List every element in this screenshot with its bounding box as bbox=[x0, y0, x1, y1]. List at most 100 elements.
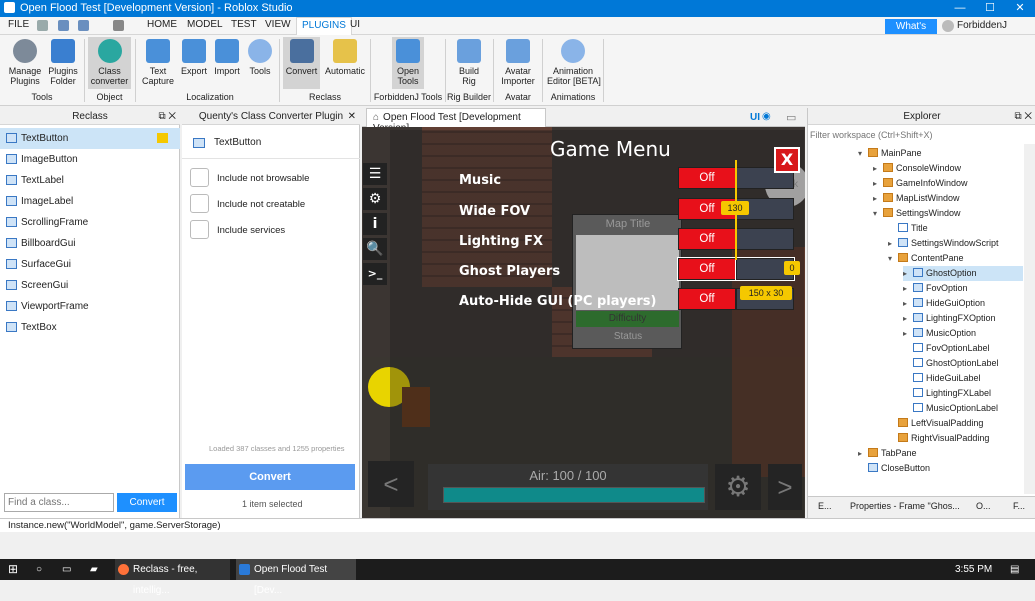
include-not-creatable-checkbox[interactable] bbox=[190, 194, 209, 213]
tree-item[interactable]: ▾ ContentPane bbox=[888, 251, 964, 266]
menu-ui[interactable]: UI bbox=[350, 19, 360, 30]
command-bar[interactable]: Instance.new("WorldModel", game.ServerSt… bbox=[0, 518, 1035, 532]
tree-item[interactable]: ▸ MapListWindow bbox=[873, 191, 960, 206]
menu-file[interactable]: FILE bbox=[8, 19, 29, 30]
convert-button[interactable]: Convert bbox=[185, 464, 355, 490]
menu-icon[interactable]: ☰ bbox=[363, 163, 387, 185]
file-explorer-icon[interactable]: ▰ bbox=[90, 559, 98, 580]
expand-arrow-icon[interactable]: ▾ bbox=[873, 206, 883, 221]
tree-item[interactable]: ▸ HideGuiOption bbox=[903, 296, 985, 311]
tree-item[interactable]: HideGuiLabel bbox=[903, 371, 981, 386]
notification-icon[interactable]: ▤ bbox=[1010, 559, 1019, 580]
expand-arrow-icon[interactable]: ▸ bbox=[903, 266, 913, 281]
info-icon[interactable]: i bbox=[363, 213, 387, 235]
tree-item[interactable]: ▸ LightingFXOption bbox=[903, 311, 996, 326]
expand-arrow-icon[interactable]: ▸ bbox=[888, 236, 898, 251]
tree-item[interactable]: LeftVisualPadding bbox=[888, 416, 983, 431]
next-button[interactable]: > bbox=[768, 464, 802, 510]
windows-start-icon[interactable]: ⊞ bbox=[8, 559, 18, 580]
automatic-button[interactable]: Automatic bbox=[322, 37, 368, 89]
open-tools-button[interactable]: Open Tools bbox=[392, 37, 424, 89]
text-capture-button[interactable]: Text Capture bbox=[139, 37, 177, 89]
undo-icon[interactable] bbox=[58, 20, 69, 31]
panel-controls[interactable]: ✕ bbox=[348, 108, 356, 125]
lighting-toggle[interactable]: Off bbox=[678, 228, 736, 250]
expand-arrow-icon[interactable]: ▸ bbox=[873, 176, 883, 191]
include-not-browsable-checkbox[interactable] bbox=[190, 168, 209, 187]
expand-arrow-icon[interactable]: ▸ bbox=[903, 311, 913, 326]
menu-home[interactable]: HOME bbox=[147, 19, 177, 30]
scrollbar[interactable] bbox=[1024, 144, 1035, 494]
stop-icon[interactable] bbox=[113, 20, 124, 31]
export-button[interactable]: Export bbox=[178, 37, 210, 89]
tree-item[interactable]: ▸ GameInfoWindow bbox=[873, 176, 968, 191]
tree-item[interactable]: MusicOptionLabel bbox=[903, 401, 998, 416]
tree-item[interactable]: ▸ FovOption bbox=[903, 281, 968, 296]
search-icon[interactable]: 🔍 bbox=[363, 238, 387, 260]
tree-item[interactable]: ▸ MusicOption bbox=[903, 326, 976, 341]
tree-item[interactable]: LightingFXLabel bbox=[903, 386, 991, 401]
layout-icon[interactable]: ▭ bbox=[786, 111, 796, 124]
redo-icon[interactable] bbox=[78, 20, 89, 31]
expand-arrow-icon[interactable]: ▸ bbox=[903, 281, 913, 296]
class-converter-button[interactable]: Class converter bbox=[88, 37, 131, 89]
settings-gear-icon[interactable]: ⚙ bbox=[715, 464, 761, 510]
expand-arrow-icon[interactable]: ▸ bbox=[858, 446, 868, 461]
tab-output[interactable]: O... bbox=[976, 501, 991, 511]
import-button[interactable]: Import bbox=[211, 37, 243, 89]
panel-controls[interactable]: ⧉ ✕ bbox=[158, 108, 176, 125]
tree-item[interactable]: ▸ GhostOption bbox=[903, 266, 1023, 281]
class-item[interactable]: TextLabel bbox=[0, 170, 180, 191]
expand-arrow-icon[interactable]: ▸ bbox=[903, 296, 913, 311]
class-item[interactable]: ScreenGui bbox=[0, 275, 180, 296]
panel-controls[interactable]: ⧉ ✕ bbox=[1014, 108, 1032, 125]
filter-workspace-input[interactable] bbox=[808, 126, 1035, 143]
menu-plugins[interactable]: PLUGINS bbox=[296, 17, 352, 35]
taskbar-app-firefox[interactable]: Reclass - free, intellig... bbox=[115, 559, 230, 596]
ghost-toggle[interactable]: Off bbox=[677, 257, 737, 281]
class-item[interactable]: ViewportFrame bbox=[0, 296, 180, 317]
class-item[interactable]: TextBox bbox=[0, 317, 180, 338]
class-item[interactable]: ImageButton bbox=[0, 149, 180, 170]
find-class-input[interactable] bbox=[4, 493, 114, 512]
expand-arrow-icon[interactable]: ▾ bbox=[888, 251, 898, 266]
convert-button[interactable]: Convert bbox=[283, 37, 320, 89]
expand-arrow-icon[interactable]: ▾ bbox=[858, 146, 868, 161]
tree-item[interactable]: ▸ TabPane bbox=[858, 446, 917, 461]
include-services-checkbox[interactable] bbox=[190, 220, 209, 239]
close-window-button[interactable]: ✕ bbox=[1005, 0, 1035, 17]
tab-find[interactable]: F... bbox=[1013, 501, 1025, 511]
taskbar-app-roblox-studio[interactable]: Open Flood Test [Dev... bbox=[236, 559, 356, 596]
game-tab[interactable]: ⌂Open Flood Test [Development Version] bbox=[366, 108, 546, 134]
tree-item[interactable]: ▸ SettingsWindowScript bbox=[888, 236, 999, 251]
tree-item[interactable]: ▾ MainPane bbox=[858, 146, 922, 161]
ui-toggle[interactable]: UI bbox=[750, 112, 760, 123]
autohide-toggle[interactable]: Off bbox=[678, 288, 736, 310]
gear-icon[interactable]: ⚙ bbox=[363, 188, 387, 210]
whats-new-button[interactable]: What's New bbox=[885, 19, 937, 47]
tree-item[interactable]: Title bbox=[888, 221, 928, 236]
class-item[interactable]: ScrollingFrame bbox=[0, 212, 180, 233]
task-view-icon[interactable]: ▭ bbox=[62, 559, 71, 580]
music-toggle[interactable]: Off bbox=[678, 167, 736, 189]
maximize-button[interactable]: ☐ bbox=[975, 0, 1005, 17]
tab-properties[interactable]: Properties - Frame "Ghos... bbox=[850, 501, 960, 511]
class-item[interactable]: TextButton bbox=[0, 128, 180, 149]
menu-test[interactable]: TEST bbox=[231, 19, 257, 30]
build-rig-button[interactable]: Build Rig bbox=[453, 37, 485, 89]
animation-editor-button[interactable]: Animation Editor [BETA] bbox=[547, 37, 601, 89]
manage-plugins-button[interactable]: Manage Plugins bbox=[5, 37, 45, 89]
menu-close-button[interactable]: X bbox=[774, 147, 800, 173]
tree-item[interactable]: CloseButton bbox=[858, 461, 930, 476]
user-account[interactable]: ForbiddenJ bbox=[942, 20, 1007, 32]
console-icon[interactable]: >_ bbox=[363, 263, 387, 285]
tools-button[interactable]: Tools bbox=[245, 37, 275, 89]
tree-item[interactable]: ▸ ConsoleWindow bbox=[873, 161, 961, 176]
tree-item[interactable]: FovOptionLabel bbox=[903, 341, 990, 356]
menu-view[interactable]: VIEW bbox=[265, 19, 291, 30]
expand-arrow-icon[interactable]: ▸ bbox=[873, 161, 883, 176]
expand-arrow-icon[interactable]: ▸ bbox=[873, 191, 883, 206]
tab-explorer[interactable]: E... bbox=[818, 501, 832, 511]
expand-arrow-icon[interactable]: ▸ bbox=[903, 326, 913, 341]
search-icon[interactable]: ○ bbox=[36, 559, 42, 580]
